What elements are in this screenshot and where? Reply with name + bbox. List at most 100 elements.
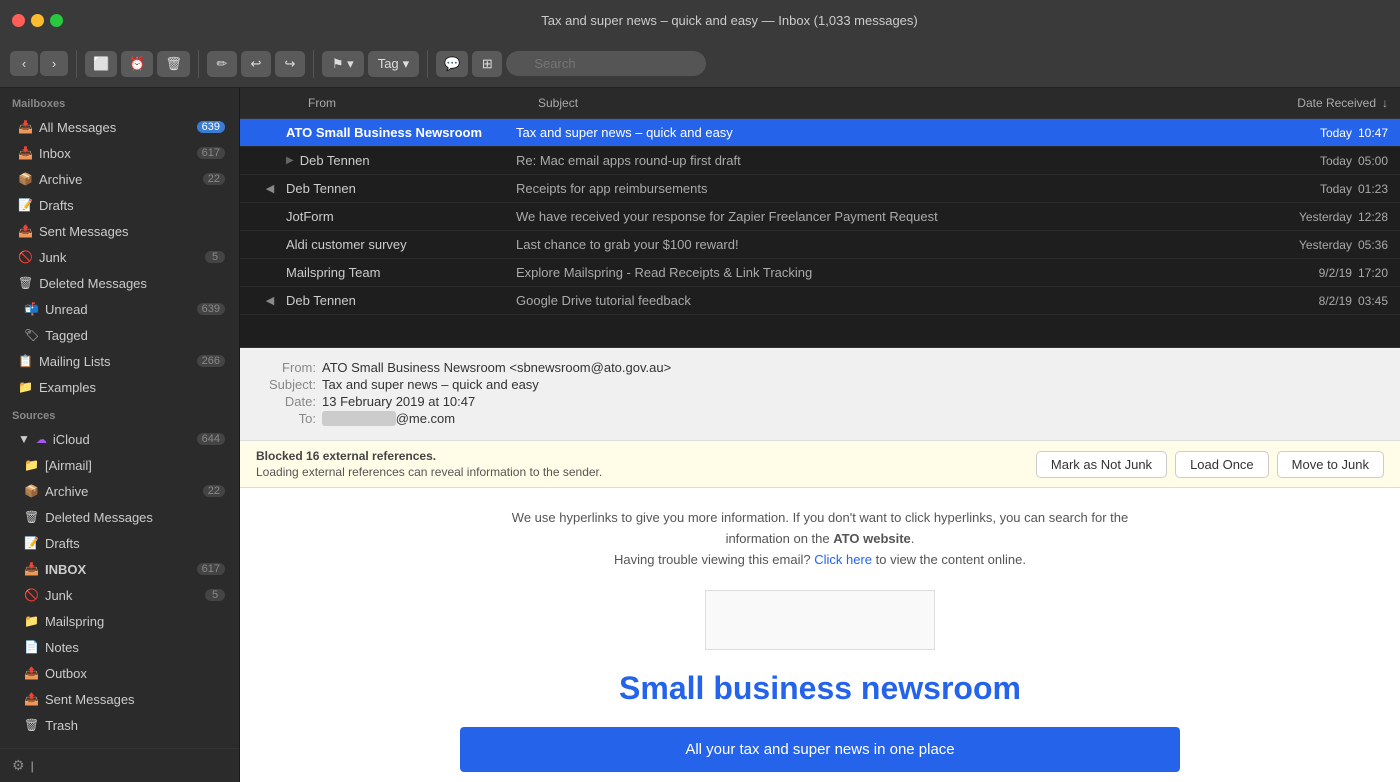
sidebar-item-inbox[interactable]: 📥 Inbox 617 [4,141,235,165]
msg-date: Yesterday [1299,210,1352,224]
message-row-4[interactable]: Aldi customer survey Last chance to grab… [240,231,1400,259]
mark-not-junk-button[interactable]: Mark as Not Junk [1036,451,1167,478]
message-row-1[interactable]: ▶ Deb Tennen Re: Mac email apps round-up… [240,147,1400,175]
msg-date: 9/2/19 [1319,266,1352,280]
message-list[interactable]: From Subject Date Received ↓ ATO Small B… [240,88,1400,348]
sidebar-item-unread[interactable]: 📬 Unread 639 [10,297,235,321]
sidebar: Mailboxes 📥 All Messages 639 📥 Inbox 617… [0,88,240,782]
sidebar-item-label: Examples [39,380,225,395]
icloud-icon: ☁ [36,433,47,446]
forward-button[interactable]: › [40,51,68,76]
inbox-count: 617 [197,147,225,159]
to-value: ████████@me.com [322,411,455,426]
sidebar-item-source-sent[interactable]: 📤 Sent Messages [10,687,235,711]
layout-button[interactable]: ⊞ [472,51,502,77]
sidebar-item-label: Drafts [45,536,225,551]
sidebar-item-mailing-lists[interactable]: 📋 Mailing Lists 266 [4,349,235,373]
delete-button[interactable]: 🗑 [157,51,190,77]
sidebar-item-label: Archive [45,484,197,499]
date-label: Date: [256,394,316,409]
archive-button[interactable]: ⬜ [85,51,117,77]
minimize-button[interactable] [31,14,44,27]
chat-button[interactable]: 💬 [436,51,468,77]
archive-count: 22 [203,173,225,185]
separator-1 [76,50,77,78]
separator-4 [427,50,428,78]
unread-icon: 📬 [24,302,39,316]
sidebar-item-all-messages[interactable]: 📥 All Messages 639 [4,115,235,139]
tag-button[interactable]: Tag ▾ [368,51,420,77]
icloud-label: iCloud [53,432,191,447]
compose-button[interactable]: ✏ [207,51,237,77]
sidebar-item-outbox[interactable]: 📤 Outbox [10,661,235,685]
sidebar-item-archive[interactable]: 📦 Archive 22 [4,167,235,191]
message-row-3[interactable]: JotForm We have received your response f… [240,203,1400,231]
sidebar-item-icloud[interactable]: ▼ ☁ iCloud 644 [4,427,235,451]
col-subject-header: Subject [530,92,1220,114]
drafts-icon: 📝 [18,198,33,212]
airmail-icon: 📁 [24,458,39,472]
msg-date-area: Yesterday 05:36 [1220,238,1400,252]
msg-date: Today [1320,126,1352,140]
maximize-button[interactable] [50,14,63,27]
junk-warning-bar: Blocked 16 external references. Loading … [240,441,1400,488]
load-once-button[interactable]: Load Once [1175,451,1269,478]
disclaimer-line2-pre: information on the [726,531,834,546]
move-to-junk-button[interactable]: Move to Junk [1277,451,1384,478]
sidebar-item-deleted[interactable]: 🗑 Deleted Messages [4,271,235,295]
separator-3 [313,50,314,78]
sidebar-item-trash[interactable]: 🗑 Trash [10,713,235,737]
msg-subject: Tax and super news – quick and easy [510,125,1220,140]
msg-date-area: 9/2/19 17:20 [1220,266,1400,280]
msg-subject: Explore Mailspring - Read Receipts & Lin… [510,265,1220,280]
message-row-5[interactable]: Mailspring Team Explore Mailspring - Rea… [240,259,1400,287]
sidebar-item-label: Deleted Messages [39,276,225,291]
email-body: We use hyperlinks to give you more infor… [240,488,1400,782]
col-from-header: From [300,92,530,114]
message-row-0[interactable]: ATO Small Business Newsroom Tax and supe… [240,119,1400,147]
ato-website-link[interactable]: ATO website [833,531,911,546]
sidebar-item-source-deleted[interactable]: 🗑 Deleted Messages [10,505,235,529]
sidebar-item-examples[interactable]: 📁 Examples [4,375,235,399]
sidebar-item-source-junk[interactable]: 🚫 Junk 5 [10,583,235,607]
reminder-button[interactable]: ⏰ [121,51,153,77]
to-blurred: ████████ [322,411,396,426]
sidebar-item-tagged[interactable]: 🏷 Tagged [10,323,235,347]
junk-warning-line1: Blocked 16 external references. [256,449,602,463]
search-input[interactable] [506,51,706,76]
message-row-6[interactable]: ◀ Deb Tennen Google Drive tutorial feedb… [240,287,1400,315]
email-body-inner: We use hyperlinks to give you more infor… [440,488,1200,782]
close-button[interactable] [12,14,25,27]
sidebar-item-label: [Airmail] [45,458,225,473]
back-button[interactable]: ‹ [10,51,38,76]
divider-icon: | [31,759,34,773]
redo-button[interactable]: ↪ [275,51,305,77]
mailing-lists-count: 266 [197,355,225,367]
sidebar-item-airmail[interactable]: 📁 [Airmail] [10,453,235,477]
col-date-header: Date Received ↓ [1220,92,1400,114]
mailboxes-title: Mailboxes [0,88,239,114]
msg-date-area: Today 05:00 [1220,154,1400,168]
source-deleted-icon: 🗑 [24,510,39,524]
sidebar-item-source-archive[interactable]: 📦 Archive 22 [10,479,235,503]
sidebar-item-notes[interactable]: 📄 Notes [10,635,235,659]
sidebar-item-sent[interactable]: 📤 Sent Messages [4,219,235,243]
message-row-2[interactable]: ◀ Deb Tennen Receipts for app reimbursem… [240,175,1400,203]
undo-button[interactable]: ↩ [241,51,271,77]
sidebar-item-mailspring[interactable]: 📁 Mailspring [10,609,235,633]
click-here-link[interactable]: Click here [814,552,872,567]
msg-subject: Re: Mac email apps round-up first draft [510,153,1220,168]
sidebar-item-source-drafts[interactable]: 📝 Drafts [10,531,235,555]
flag-button[interactable]: ⚑ ▾ [322,51,364,77]
sidebar-item-junk[interactable]: 🚫 Junk 5 [4,245,235,269]
sidebar-item-label: Outbox [45,666,225,681]
settings-gear-button[interactable]: ⚙ [12,757,25,774]
msg-subject: We have received your response for Zapie… [510,209,1220,224]
sidebar-item-label: Junk [45,588,199,603]
msg-subject: Receipts for app reimbursements [510,181,1220,196]
sidebar-item-source-inbox[interactable]: 📥 INBOX 617 [10,557,235,581]
sidebar-item-drafts[interactable]: 📝 Drafts [4,193,235,217]
source-inbox-icon: 📥 [24,562,39,576]
window-title: Tax and super news – quick and easy — In… [71,13,1388,28]
msg-from: Deb Tennen [280,293,510,308]
